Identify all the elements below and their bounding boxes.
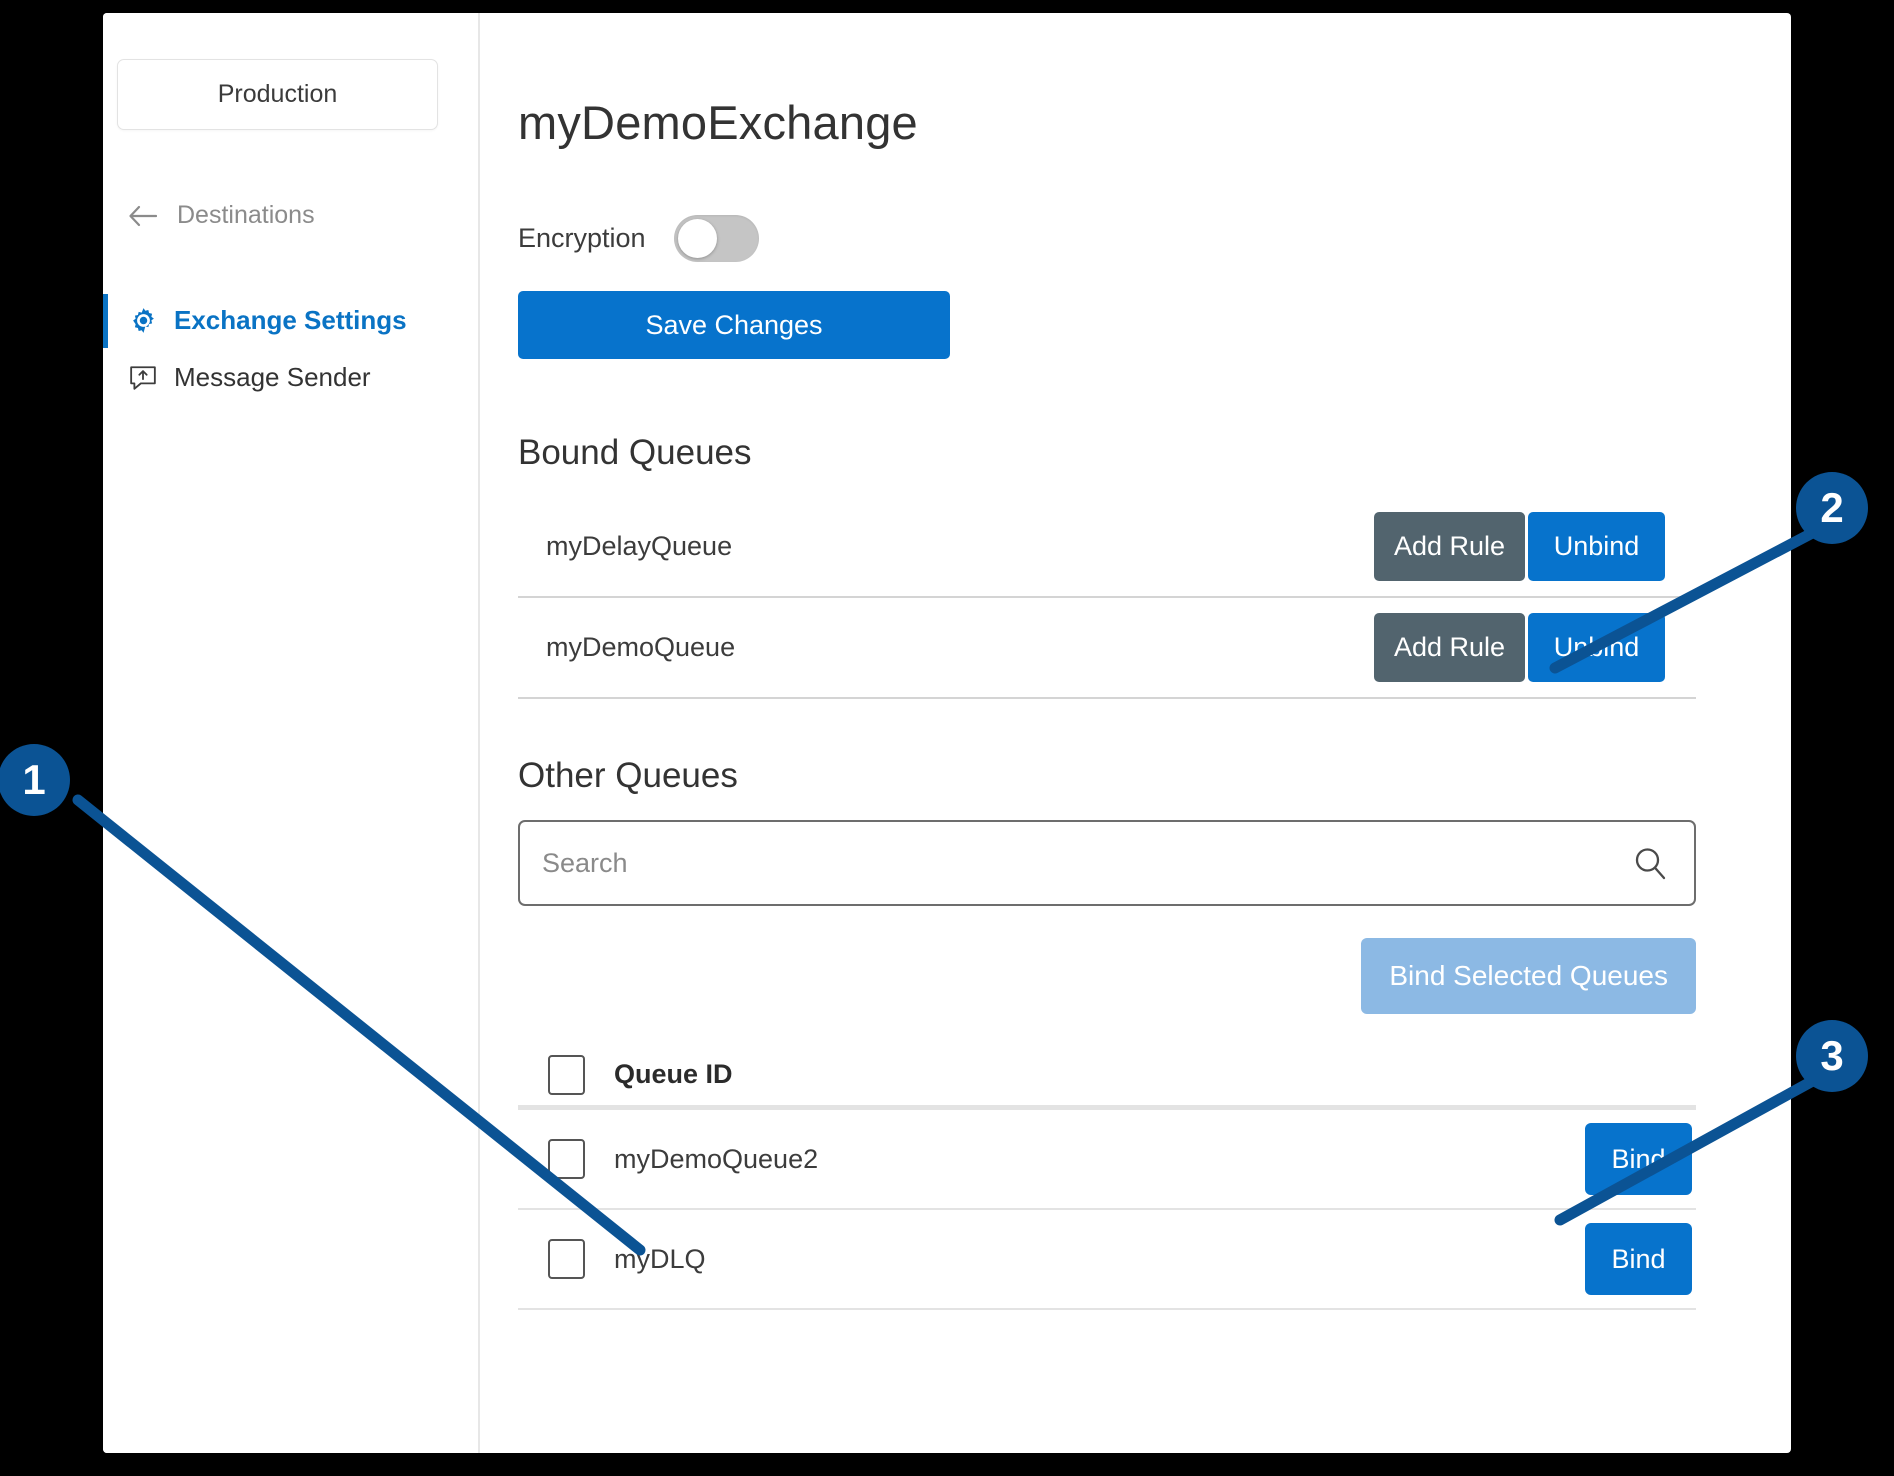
table-header-row: Queue ID bbox=[518, 1044, 1696, 1110]
row-checkbox[interactable] bbox=[548, 1139, 585, 1179]
table-row: myDLQ Bind bbox=[518, 1210, 1696, 1310]
add-rule-button[interactable]: Add Rule bbox=[1374, 613, 1525, 682]
environment-selector-button[interactable]: Production bbox=[117, 59, 438, 130]
message-send-icon bbox=[128, 363, 158, 393]
gear-icon bbox=[128, 306, 158, 336]
environment-selector-label: Production bbox=[218, 80, 338, 109]
select-all-cell bbox=[518, 1055, 614, 1095]
bind-selected-row: Bind Selected Queues bbox=[518, 938, 1696, 1014]
screenshot-root: Production Destinations bbox=[0, 0, 1894, 1476]
add-rule-button[interactable]: Add Rule bbox=[1374, 512, 1525, 581]
search-input[interactable] bbox=[542, 848, 1632, 879]
callout-badge-2[interactable]: 2 bbox=[1796, 472, 1868, 544]
other-queues-title: Other Queues bbox=[518, 756, 1696, 796]
bound-queue-row: myDemoQueue Add Rule Unbind bbox=[518, 598, 1696, 699]
cell-queue-id: myDLQ bbox=[614, 1244, 1585, 1275]
unbind-button[interactable]: Unbind bbox=[1528, 512, 1665, 581]
row-checkbox[interactable] bbox=[548, 1239, 585, 1279]
encryption-toggle[interactable] bbox=[674, 215, 759, 262]
bound-queues-title: Bound Queues bbox=[518, 433, 1696, 473]
save-changes-button[interactable]: Save Changes bbox=[518, 291, 950, 359]
cell-queue-id: myDemoQueue2 bbox=[614, 1144, 1585, 1175]
row-select-cell bbox=[518, 1139, 614, 1179]
unbind-button[interactable]: Unbind bbox=[1528, 613, 1665, 682]
column-header-queue-id: Queue ID bbox=[614, 1059, 1696, 1090]
encryption-setting: Encryption bbox=[518, 215, 1696, 262]
sidebar-item-label: Exchange Settings bbox=[174, 305, 407, 336]
bound-queue-name: myDemoQueue bbox=[518, 632, 1374, 663]
search-box[interactable] bbox=[518, 820, 1696, 906]
back-to-destinations-link[interactable]: Destinations bbox=[117, 201, 478, 230]
sidebar-item-label: Message Sender bbox=[174, 362, 371, 393]
row-select-cell bbox=[518, 1239, 614, 1279]
bound-queues-list: myDelayQueue Add Rule Unbind myDemoQueue… bbox=[518, 497, 1696, 699]
encryption-label: Encryption bbox=[518, 223, 646, 254]
sidebar-nav: Exchange Settings Message Sender bbox=[103, 292, 478, 406]
sidebar-item-exchange-settings[interactable]: Exchange Settings bbox=[103, 292, 478, 349]
bind-selected-queues-button[interactable]: Bind Selected Queues bbox=[1361, 938, 1696, 1014]
bound-queue-actions: Add Rule Unbind bbox=[1374, 613, 1696, 682]
back-link-label: Destinations bbox=[177, 201, 315, 230]
bound-queue-row: myDelayQueue Add Rule Unbind bbox=[518, 497, 1696, 598]
callout-badge-1[interactable]: 1 bbox=[0, 744, 70, 816]
search-icon[interactable] bbox=[1632, 845, 1668, 881]
select-all-checkbox[interactable] bbox=[548, 1055, 585, 1095]
main-content: myDemoExchange Encryption Save Changes B… bbox=[480, 13, 1791, 1453]
app-window: Production Destinations bbox=[103, 13, 1791, 1453]
bound-queue-name: myDelayQueue bbox=[518, 531, 1374, 562]
toggle-knob bbox=[678, 219, 717, 258]
row-action-cell: Bind bbox=[1585, 1123, 1696, 1195]
bound-queue-actions: Add Rule Unbind bbox=[1374, 512, 1696, 581]
sidebar: Production Destinations bbox=[103, 13, 480, 1453]
callout-badge-3[interactable]: 3 bbox=[1796, 1020, 1868, 1092]
arrow-left-icon bbox=[128, 205, 157, 227]
sidebar-item-message-sender[interactable]: Message Sender bbox=[103, 349, 478, 406]
bind-button[interactable]: Bind bbox=[1585, 1123, 1692, 1195]
page-title: myDemoExchange bbox=[518, 99, 1696, 146]
table-row: myDemoQueue2 Bind bbox=[518, 1110, 1696, 1210]
other-queues-table: Queue ID myDemoQueue2 Bind bbox=[518, 1044, 1696, 1310]
bind-button[interactable]: Bind bbox=[1585, 1223, 1692, 1295]
row-action-cell: Bind bbox=[1585, 1223, 1696, 1295]
